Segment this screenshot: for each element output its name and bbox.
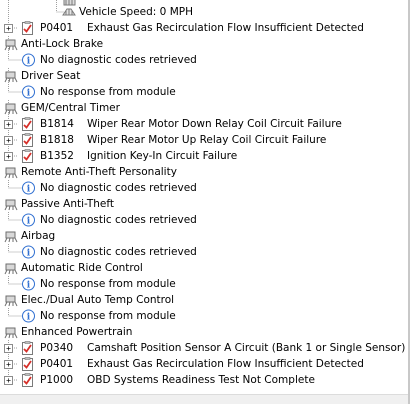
horizontal-scrollbar[interactable] [0,394,410,404]
module-chip-icon [4,167,18,179]
tree-row-module-airbag[interactable]: Airbag [0,228,410,244]
expand-toggle[interactable]: + [4,136,13,145]
info-icon: i [22,309,35,323]
vehicle-speed-label: Vehicle Speed: 0 MPH [79,6,193,18]
svg-text:i: i [27,249,31,259]
module-label: Driver Seat [21,70,81,82]
module-label: Enhanced Powertrain [21,326,133,338]
status-text: No diagnostic codes retrieved [40,214,197,226]
tree-row-module-remote-anti-theft[interactable]: Remote Anti-Theft Personality [0,164,410,180]
dtc-description: Wiper Rear Motor Up Relay Coil Circuit F… [87,134,327,146]
expand-toggle[interactable]: + [4,24,13,33]
expand-toggle[interactable]: + [4,344,13,353]
module-chip-icon [4,263,18,275]
tree-row-status[interactable]: i No diagnostic codes retrieved [0,180,410,196]
clipboard-check-icon [22,357,33,371]
svg-text:i: i [27,185,31,195]
dtc-description: Exhaust Gas Recirculation Flow Insuffici… [87,358,364,370]
dtc-code: B1814 [40,118,74,130]
tree-row-module-anti-lock-brake[interactable]: Anti-Lock Brake [0,36,410,52]
tree-row-module-automatic-ride-control[interactable]: Automatic Ride Control [0,260,410,276]
module-chip-icon [4,71,18,83]
tree-row-module-gem-central-timer[interactable]: GEM/Central Timer [0,100,410,116]
module-label: GEM/Central Timer [21,102,120,114]
module-chip-icon [4,327,18,339]
info-icon: i [22,245,35,259]
clipboard-check-icon [22,21,33,35]
status-text: No response from module [40,310,176,322]
tree-row-module-passive-anti-theft[interactable]: Passive Anti-Theft [0,196,410,212]
tree-row-status[interactable]: i No diagnostic codes retrieved [0,52,410,68]
module-chip-icon [4,295,18,307]
info-icon: i [22,213,35,227]
info-icon: i [22,53,35,67]
module-chip-icon [4,231,18,243]
tree-row-vehicle-speed[interactable]: Vehicle Speed: 0 MPH [0,4,300,20]
dtc-description: Camshaft Position Sensor A Circuit (Bank… [87,342,406,354]
tree-row-status[interactable]: i No diagnostic codes retrieved [0,212,410,228]
clipboard-check-icon [22,117,33,131]
dtc-code: B1818 [40,134,74,146]
dtc-code: B1352 [40,150,74,162]
status-text: No response from module [40,86,176,98]
svg-text:i: i [27,57,31,67]
module-label: Airbag [21,230,56,242]
tree-row-module-driver-seat[interactable]: Driver Seat [0,68,410,84]
expand-toggle[interactable]: + [4,152,13,161]
status-text: No diagnostic codes retrieved [40,54,197,66]
sensor-icon [62,8,76,16]
info-icon: i [22,85,35,99]
tree-row-module-enhanced-powertrain[interactable]: Enhanced Powertrain [0,324,410,340]
dtc-code: P0401 [40,358,74,370]
info-icon: i [22,277,35,291]
dtc-description: Wiper Rear Motor Down Relay Coil Circuit… [87,118,342,130]
tree-row-code[interactable]: + P0401 Exhaust Gas Recirculation Flow In… [0,356,410,372]
tree-row-code[interactable]: + P1000 OBD Systems Readiness Test Not Co… [0,372,410,388]
module-chip-icon [4,39,18,51]
svg-text:i: i [27,89,31,99]
dtc-code: P0401 [40,22,74,34]
module-label: Anti-Lock Brake [21,38,104,50]
dtc-description: Exhaust Gas Recirculation Flow Insuffici… [87,22,364,34]
status-text: No diagnostic codes retrieved [40,246,197,258]
module-label: Automatic Ride Control [21,262,143,274]
expand-toggle[interactable]: + [4,376,13,385]
status-text: No diagnostic codes retrieved [40,182,197,194]
tree-row-code[interactable]: + B1352 Ignition Key-In Circuit Failure [0,148,410,164]
module-label: Remote Anti-Theft Personality [21,166,177,178]
module-label: Elec./Dual Auto Temp Control [21,294,175,306]
dtc-description: Ignition Key-In Circuit Failure [87,150,238,162]
module-chip-icon [4,103,18,115]
clipboard-check-icon [22,149,33,163]
svg-text:i: i [27,217,31,227]
dtc-code: P1000 [40,374,74,386]
svg-text:i: i [27,313,31,323]
tree-row-code[interactable]: + P0340 Camshaft Position Sensor A Circui… [0,340,410,356]
tree-row-code[interactable]: + P0401 Exhaust Gas Recirculation Flow In… [0,20,410,36]
tree-row-status[interactable]: i No diagnostic codes retrieved [0,244,410,260]
clipboard-check-icon [22,341,33,355]
status-text: No response from module [40,278,176,290]
clipboard-check-icon [22,133,33,147]
svg-text:i: i [27,281,31,291]
dtc-description: OBD Systems Readiness Test Not Complete [87,374,315,386]
tree-row-code[interactable]: + B1818 Wiper Rear Motor Up Relay Coil Ci… [0,132,410,148]
tree-row-code[interactable]: + B1814 Wiper Rear Motor Down Relay Coil … [0,116,410,132]
tree-row-module-dual-auto-temp[interactable]: Elec./Dual Auto Temp Control [0,292,410,308]
tree-row-status[interactable]: i No response from module [0,84,410,100]
expand-toggle[interactable]: + [4,360,13,369]
expand-toggle[interactable]: + [4,120,13,129]
tree-row-status[interactable]: i No response from module [0,308,410,324]
module-chip-icon [4,199,18,211]
dtc-code: P0340 [40,342,74,354]
diagnostic-tree: Vehicle Speed: 0 MPH + P0401 Exhaust Gas … [0,0,410,404]
clipboard-check-icon [22,373,33,387]
tree-row-status[interactable]: i No response from module [0,276,410,292]
info-icon: i [22,181,35,195]
module-label: Passive Anti-Theft [21,198,115,210]
